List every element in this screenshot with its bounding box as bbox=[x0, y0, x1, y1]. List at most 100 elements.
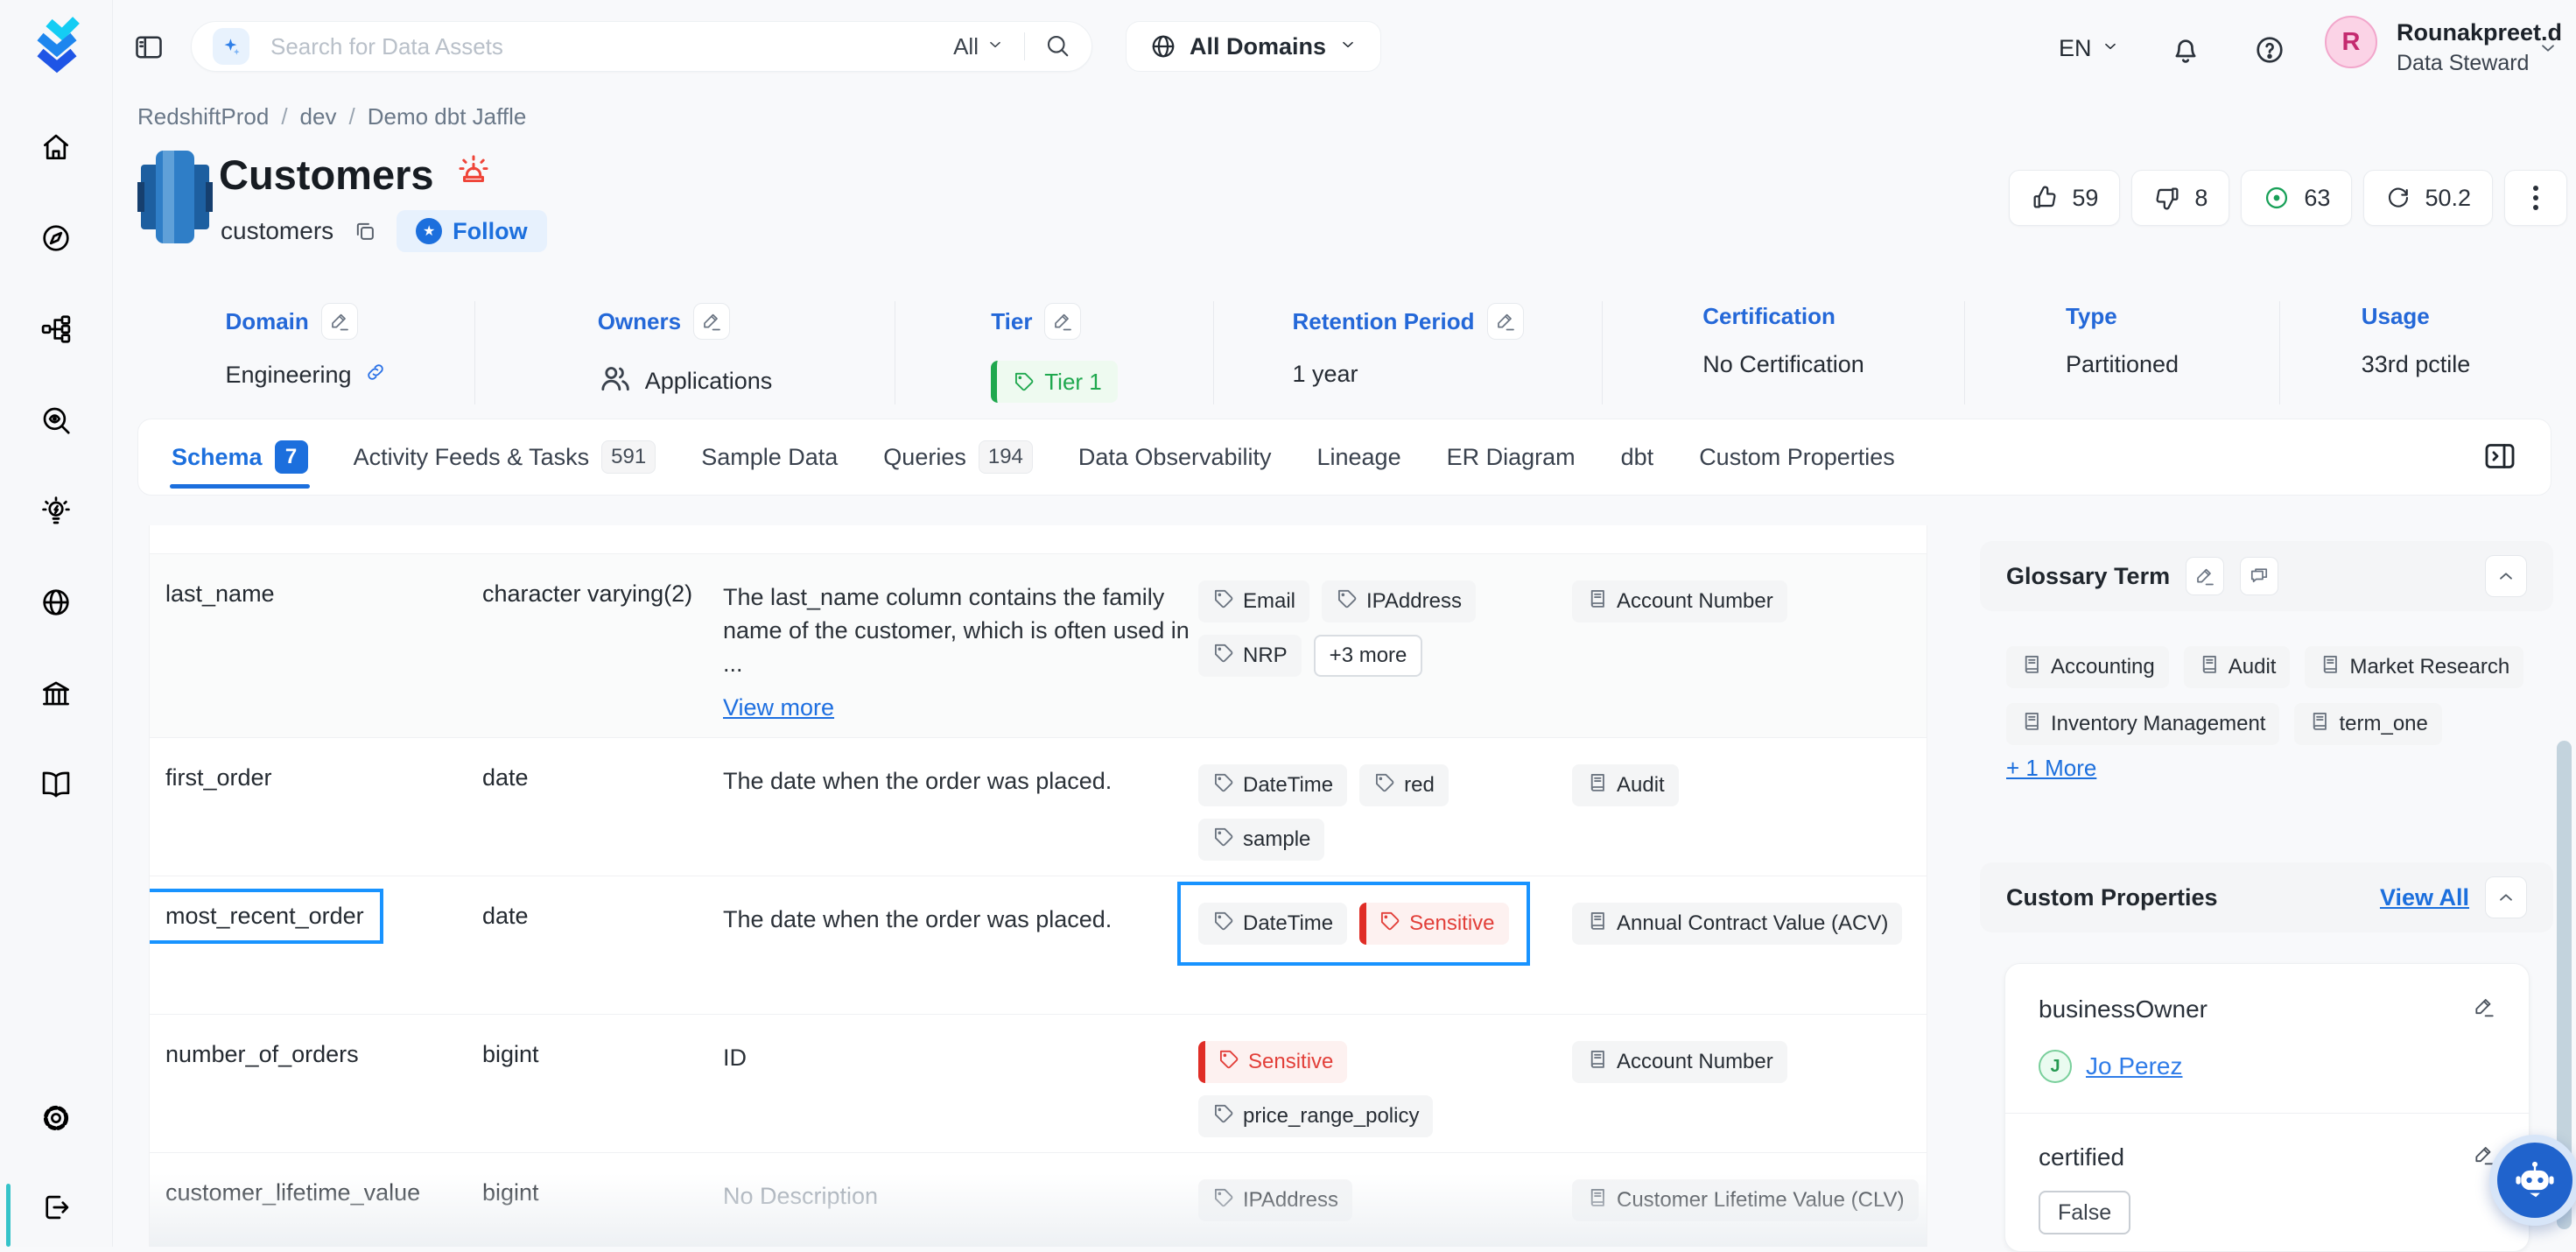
meta-certification: Certification No Certification bbox=[1603, 301, 1965, 404]
view-more-link[interactable]: View more bbox=[723, 691, 1200, 724]
tag-chip[interactable]: red bbox=[1359, 764, 1449, 806]
tab-lineage[interactable]: Lineage bbox=[1316, 419, 1400, 495]
tag-chip[interactable]: Sensitive bbox=[1359, 903, 1508, 945]
entity-tabs: Schema 7 Activity Feeds & Tasks 591 Samp… bbox=[137, 419, 2551, 496]
tag-chip[interactable]: sample bbox=[1198, 819, 1324, 861]
breadcrumb-item[interactable]: dev bbox=[300, 103, 337, 130]
glossary-term-chip[interactable]: Audit bbox=[2184, 646, 2291, 688]
all-domains-label: All Domains bbox=[1190, 33, 1326, 60]
usage-score-button[interactable]: 50.2 bbox=[2363, 170, 2493, 226]
tag-chip[interactable]: Sensitive bbox=[1198, 1041, 1347, 1083]
column-name[interactable]: most_recent_order bbox=[165, 903, 364, 929]
sidebar-item-governance[interactable] bbox=[37, 674, 75, 713]
breadcrumb-item[interactable]: RedshiftProd bbox=[137, 103, 269, 130]
breadcrumb-item[interactable]: Demo dbt Jaffle bbox=[368, 103, 527, 130]
glossary-term-chip[interactable]: Annual Contract Value (ACV) bbox=[1572, 903, 1902, 945]
upvote-button[interactable]: 59 bbox=[2009, 170, 2120, 226]
tag-chip[interactable]: price_range_policy bbox=[1198, 1095, 1433, 1137]
sidebar-toggle-button[interactable] bbox=[133, 32, 165, 66]
settings-icon bbox=[39, 1101, 73, 1135]
column-name[interactable]: customer_lifetime_value bbox=[165, 1179, 420, 1206]
column-name[interactable]: last_name bbox=[165, 580, 275, 607]
custom-properties-collapse-button[interactable] bbox=[2485, 876, 2527, 918]
sidebar-item-explore[interactable] bbox=[37, 219, 75, 257]
tab-er-diagram[interactable]: ER Diagram bbox=[1447, 419, 1576, 495]
user-menu-chevron[interactable] bbox=[2537, 37, 2559, 62]
downvote-button[interactable]: 8 bbox=[2131, 170, 2229, 226]
glossary-collapse-button[interactable] bbox=[2485, 555, 2527, 597]
edit-property-button[interactable] bbox=[2473, 995, 2495, 1021]
sidebar-item-observability[interactable] bbox=[37, 401, 75, 440]
tab-sample-data[interactable]: Sample Data bbox=[701, 419, 838, 495]
glossary-comment-button[interactable] bbox=[2240, 557, 2278, 595]
view-all-link[interactable]: View All bbox=[2380, 884, 2469, 911]
edit-domain-button[interactable] bbox=[321, 303, 358, 340]
search-button[interactable] bbox=[1044, 32, 1070, 61]
tab-schema[interactable]: Schema 7 bbox=[172, 419, 308, 495]
tab-dbt[interactable]: dbt bbox=[1621, 419, 1654, 495]
edit-retention-period-button[interactable] bbox=[1487, 303, 1524, 340]
notifications-button[interactable] bbox=[2169, 33, 2202, 69]
tier-chip[interactable]: Tier 1 bbox=[991, 361, 1118, 403]
glossary-term-chip[interactable]: Accounting bbox=[2006, 646, 2169, 688]
glossary-term-chip[interactable]: Market Research bbox=[2305, 646, 2523, 688]
meta-label: Type bbox=[2066, 303, 2117, 330]
edit-tier-button[interactable] bbox=[1044, 303, 1081, 340]
highlight-box: DateTime Sensitive bbox=[1177, 882, 1530, 966]
copy-name-button[interactable] bbox=[353, 219, 377, 243]
sidebar-item-lineage[interactable] bbox=[37, 310, 75, 348]
tab-data-observability[interactable]: Data Observability bbox=[1078, 419, 1272, 495]
language-selector[interactable]: EN bbox=[2059, 35, 2120, 62]
tab-custom-properties[interactable]: Custom Properties bbox=[1699, 419, 1895, 495]
tag-chip[interactable]: IPAddress bbox=[1322, 580, 1476, 622]
book-icon bbox=[2198, 653, 2221, 676]
right-panel-toggle-button[interactable] bbox=[2482, 439, 2517, 476]
glossary-term-chip[interactable]: term_one bbox=[2294, 703, 2441, 745]
search-scope-dropdown[interactable]: All bbox=[953, 33, 1005, 60]
all-domains-button[interactable]: All Domains bbox=[1126, 21, 1381, 72]
tag-chip[interactable]: IPAddress bbox=[1198, 1179, 1352, 1221]
search-input[interactable] bbox=[269, 32, 934, 61]
user-avatar[interactable]: R bbox=[2325, 16, 2377, 68]
edit-owners-button[interactable] bbox=[693, 303, 730, 340]
ai-sparkle-icon[interactable] bbox=[213, 28, 249, 65]
chevron-up-icon bbox=[2495, 565, 2517, 587]
sidebar-item-home[interactable] bbox=[37, 128, 75, 166]
glossary-term-chip[interactable]: Inventory Management bbox=[2006, 703, 2279, 745]
sidebar-item-glossary[interactable] bbox=[37, 765, 75, 804]
sidebar-item-logout[interactable] bbox=[37, 1188, 75, 1227]
app-logo[interactable] bbox=[26, 16, 89, 83]
tag-chip[interactable]: NRP bbox=[1198, 635, 1302, 677]
glossary-term-chip[interactable]: Account Number bbox=[1572, 1041, 1787, 1083]
sidebar-item-domains[interactable] bbox=[37, 583, 75, 622]
pencil-icon bbox=[329, 311, 350, 332]
tab-activity-feeds-tasks[interactable]: Activity Feeds & Tasks 591 bbox=[354, 419, 656, 495]
sidebar-item-settings[interactable] bbox=[37, 1099, 75, 1137]
more-tags-chip[interactable]: +3 more bbox=[1314, 635, 1423, 677]
entity-metadata-strip: Domain Engineering Owners Applications T… bbox=[137, 301, 2551, 404]
tag-chip[interactable]: Email bbox=[1198, 580, 1309, 622]
property-user-link[interactable]: Jo Perez bbox=[2086, 1052, 2183, 1080]
column-name[interactable]: number_of_orders bbox=[165, 1041, 359, 1067]
column-name[interactable]: first_order bbox=[165, 764, 272, 791]
glossary-term-chip[interactable]: Account Number bbox=[1572, 580, 1787, 622]
tag-chip[interactable]: DateTime bbox=[1198, 764, 1347, 806]
follow-button[interactable]: ★ Follow bbox=[397, 210, 546, 252]
tab-queries[interactable]: Queries 194 bbox=[883, 419, 1033, 495]
more-actions-button[interactable] bbox=[2504, 170, 2567, 226]
sidebar-item-insights[interactable] bbox=[37, 492, 75, 531]
meta-value: 1 year bbox=[1292, 361, 1358, 388]
edit-glossary-button[interactable] bbox=[2186, 557, 2224, 595]
bell-icon bbox=[2169, 33, 2202, 67]
tag-icon bbox=[1379, 910, 1401, 932]
tag-chip[interactable]: DateTime bbox=[1198, 903, 1347, 945]
global-search[interactable]: All bbox=[191, 21, 1092, 72]
glossary-term-chip[interactable]: Audit bbox=[1572, 764, 1679, 806]
chatbot-button[interactable] bbox=[2489, 1135, 2576, 1226]
glossary-more-link[interactable]: + 1 More bbox=[2006, 755, 2096, 782]
glossary-term-chip[interactable]: Customer Lifetime Value (CLV) bbox=[1572, 1179, 1919, 1221]
alert-siren-icon[interactable] bbox=[455, 151, 492, 199]
help-button[interactable] bbox=[2253, 33, 2286, 69]
tag-icon bbox=[1212, 587, 1235, 610]
views-button[interactable]: 63 bbox=[2241, 170, 2352, 226]
